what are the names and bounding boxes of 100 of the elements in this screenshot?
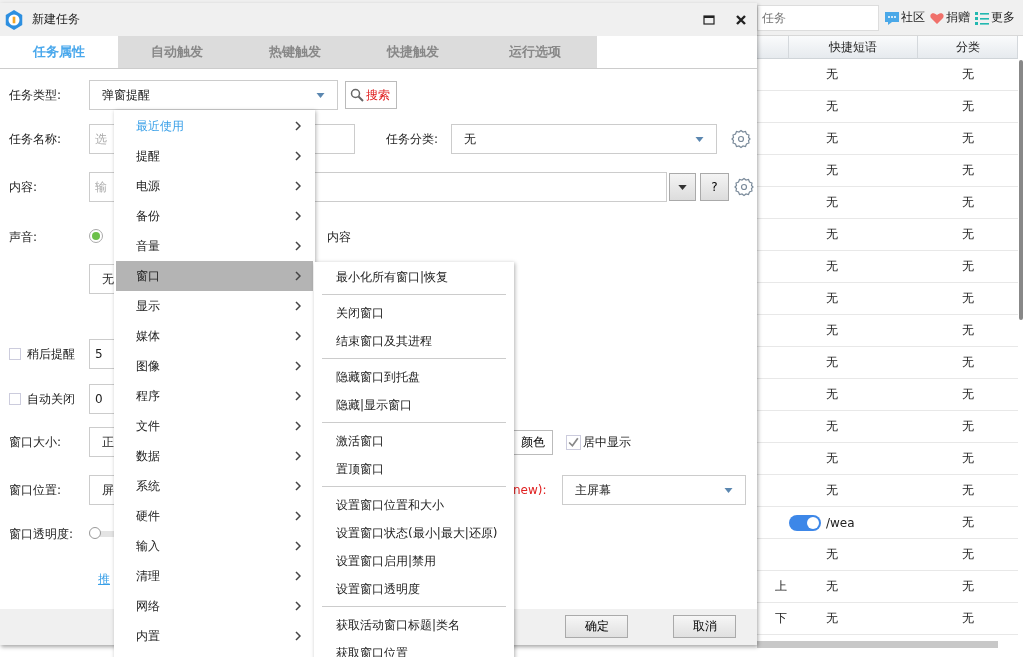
checkbox[interactable] xyxy=(566,434,581,450)
search-field[interactable]: 任务 xyxy=(757,4,879,31)
menu-item[interactable]: 媒体 xyxy=(116,321,313,351)
chevron-icon xyxy=(295,451,301,461)
slider-thumb[interactable] xyxy=(89,527,101,539)
menu-item[interactable]: 结束窗口及其进程 xyxy=(314,327,514,355)
field-label: new): xyxy=(513,483,548,497)
dialog-button[interactable]: 取消 xyxy=(673,615,736,638)
menu-item[interactable]: 激活窗口 xyxy=(314,427,514,455)
toolbar-button[interactable]: 更多 xyxy=(972,9,1017,26)
menu-item[interactable]: 提醒 xyxy=(116,141,313,171)
menu-item[interactable]: 置顶窗口 xyxy=(314,455,514,483)
chevron-icon xyxy=(295,211,301,221)
chevron-icon xyxy=(295,271,301,281)
settings-icon[interactable] xyxy=(731,129,751,149)
menu-item[interactable]: 程序 xyxy=(116,381,313,411)
field-label: 窗口透明度: xyxy=(9,525,75,543)
table-cell: 无 xyxy=(962,482,974,499)
toolbar-button[interactable]: 捐赠 xyxy=(927,9,972,26)
close-icon[interactable] xyxy=(735,13,747,26)
window-title: 新建任务 xyxy=(32,11,81,28)
menu-item[interactable]: 数据 xyxy=(116,441,313,471)
column-header[interactable]: 快捷短语 xyxy=(789,36,918,59)
menu-item[interactable]: 显示 xyxy=(116,291,313,321)
field-label: 内容: xyxy=(9,178,39,196)
menu-item[interactable]: 图像 xyxy=(116,351,313,381)
menu-item[interactable]: 获取活动窗口标题|类名 xyxy=(314,611,514,639)
field-label: 任务分类: xyxy=(386,130,440,148)
menu-item[interactable]: 输入 xyxy=(116,531,313,561)
caret-icon xyxy=(678,184,687,190)
chevron-icon xyxy=(295,181,301,191)
menu-item[interactable]: 文件 xyxy=(116,411,313,441)
field-label: 窗口大小: xyxy=(9,433,63,451)
chevron-icon xyxy=(295,151,301,161)
help-button[interactable]: ? xyxy=(700,173,729,201)
menu-item[interactable]: 设置窗口状态(最小|最大|还原) xyxy=(314,519,514,547)
checkbox[interactable] xyxy=(9,348,21,360)
toolbar-button[interactable]: 社区 xyxy=(882,9,927,26)
color-button[interactable]: 颜色 xyxy=(513,429,553,455)
menu-item[interactable]: 隐藏窗口到托盘 xyxy=(314,363,514,391)
menu-item[interactable]: 电源 xyxy=(116,171,313,201)
chevron-icon xyxy=(295,421,301,431)
field-label: 声音: xyxy=(9,228,39,246)
menu-item[interactable]: 隐藏|显示窗口 xyxy=(314,391,514,419)
menu-item[interactable]: 清理 xyxy=(116,561,313,591)
checkbox-label: 稍后提醒 xyxy=(27,345,75,363)
scrollbar[interactable] xyxy=(1019,60,1023,320)
table-cell: 无 xyxy=(826,226,838,243)
menu-item[interactable]: 设置窗口位置和大小 xyxy=(314,491,514,519)
table-cell: 无 xyxy=(962,66,974,83)
dialog-button[interactable]: 确定 xyxy=(565,615,628,638)
caret-icon xyxy=(695,136,704,142)
settings-icon[interactable] xyxy=(734,177,754,197)
category-dropdown[interactable]: 无 xyxy=(451,124,717,154)
dropdown-button[interactable] xyxy=(669,173,696,201)
menu-item[interactable]: 关闭窗口 xyxy=(314,299,514,327)
field-label: 任务名称: xyxy=(9,130,63,148)
chevron-icon xyxy=(295,631,301,641)
menu-item[interactable]: 设置窗口启用|禁用 xyxy=(314,547,514,575)
menu-item[interactable]: 硬件 xyxy=(116,501,313,531)
task-type-dropdown[interactable]: 弹窗提醒 xyxy=(89,80,338,110)
checkbox-label: 自动关闭 xyxy=(27,390,75,408)
column-header[interactable]: 分类 xyxy=(918,36,1018,59)
table-cell: 无 xyxy=(826,418,838,435)
table-cell: 无 xyxy=(826,130,838,147)
scrollbar[interactable] xyxy=(757,641,998,648)
menu-item[interactable]: 窗口 xyxy=(116,261,313,291)
menu-item[interactable]: 音量 xyxy=(116,231,313,261)
table-cell: 无 xyxy=(826,258,838,275)
menu-item[interactable]: 内置 xyxy=(116,621,313,651)
menu-item[interactable]: 最小化所有窗口|恢复 xyxy=(314,263,514,291)
table-cell: 无 xyxy=(826,354,838,371)
radio-label: 内容 xyxy=(327,228,351,246)
chevron-icon xyxy=(295,121,301,131)
checkbox-label: 居中显示 xyxy=(583,433,631,451)
caret-icon xyxy=(724,487,733,493)
table-cell: 无 xyxy=(826,546,838,563)
table-cell: 无 xyxy=(962,194,974,211)
chat-icon xyxy=(884,9,900,26)
toggle-switch[interactable] xyxy=(789,514,821,531)
menu-item[interactable]: 备份 xyxy=(116,201,313,231)
chevron-icon xyxy=(295,481,301,491)
list-icon xyxy=(974,9,990,26)
menu-item[interactable]: 系统 xyxy=(116,471,313,501)
table-cell: 无 xyxy=(826,162,838,179)
table-cell: 无 xyxy=(962,162,974,179)
menu-item[interactable]: 网络 xyxy=(116,591,313,621)
field-label: 窗口位置: xyxy=(9,481,63,499)
monitor-dropdown[interactable]: 主屏幕 xyxy=(562,475,746,505)
table-cell: 无 xyxy=(962,610,974,627)
chevron-icon xyxy=(295,511,301,521)
table-cell: 无 xyxy=(826,610,838,627)
chevron-icon xyxy=(295,331,301,341)
table-cell: 无 xyxy=(826,482,838,499)
table-cell: 上 xyxy=(775,578,787,595)
checkbox[interactable] xyxy=(9,393,21,405)
search-button[interactable]: 搜索 xyxy=(345,81,397,109)
menu-item[interactable]: 设置窗口透明度 xyxy=(314,575,514,603)
maximize-icon[interactable] xyxy=(703,13,715,26)
caret-icon xyxy=(316,92,325,98)
